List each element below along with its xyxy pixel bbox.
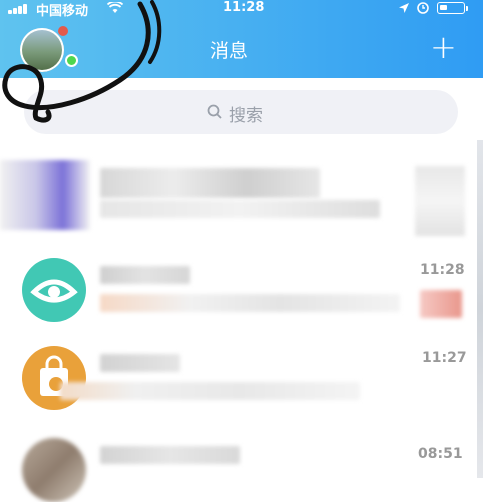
conversation-row[interactable]: 08:51 — [0, 424, 483, 502]
conversation-preview — [100, 200, 380, 218]
conversation-name — [100, 266, 190, 284]
conversation-meta — [415, 166, 465, 236]
unread-dot — [58, 26, 68, 36]
eye-icon — [30, 279, 78, 303]
status-bar: 中国移动 11:28 — [0, 0, 483, 19]
conversation-avatar — [0, 160, 90, 230]
location-icon — [399, 3, 409, 13]
conversation-time: 11:28 — [420, 262, 465, 278]
signal-icon — [8, 4, 32, 14]
conversation-name — [100, 446, 240, 464]
online-status-dot — [65, 54, 78, 67]
conversation-avatar — [22, 258, 86, 322]
shopping-bag-icon — [40, 355, 68, 396]
carrier-label: 中国移动 — [36, 4, 89, 19]
conversation-row[interactable]: 11:27 — [0, 336, 483, 422]
conversation-preview — [100, 294, 400, 312]
conversation-avatar — [22, 438, 86, 502]
plus-icon[interactable]: + — [430, 31, 457, 63]
wifi-icon — [107, 2, 123, 13]
conversation-name — [100, 354, 180, 372]
conversation-time: 08:51 — [418, 446, 463, 462]
battery-icon — [437, 2, 465, 14]
user-avatar[interactable] — [20, 26, 78, 72]
battery-tip — [466, 6, 468, 11]
conversation-preview — [60, 382, 360, 400]
search-placeholder: 搜索 — [229, 106, 263, 126]
conversation-time: 11:27 — [422, 350, 467, 366]
conversation-name — [100, 168, 320, 198]
alarm-icon — [417, 2, 429, 14]
unread-badge — [420, 290, 462, 318]
conversation-row[interactable] — [0, 150, 483, 242]
search-input[interactable]: 搜索 — [24, 90, 458, 134]
right-edge-strip — [477, 140, 483, 478]
conversation-avatar — [22, 346, 86, 410]
search-icon — [207, 104, 222, 119]
search-area: 搜索 — [0, 78, 483, 140]
page-title: 消息 — [210, 40, 249, 62]
conversation-row[interactable]: 11:28 — [0, 248, 483, 334]
status-time: 11:28 — [223, 0, 265, 15]
